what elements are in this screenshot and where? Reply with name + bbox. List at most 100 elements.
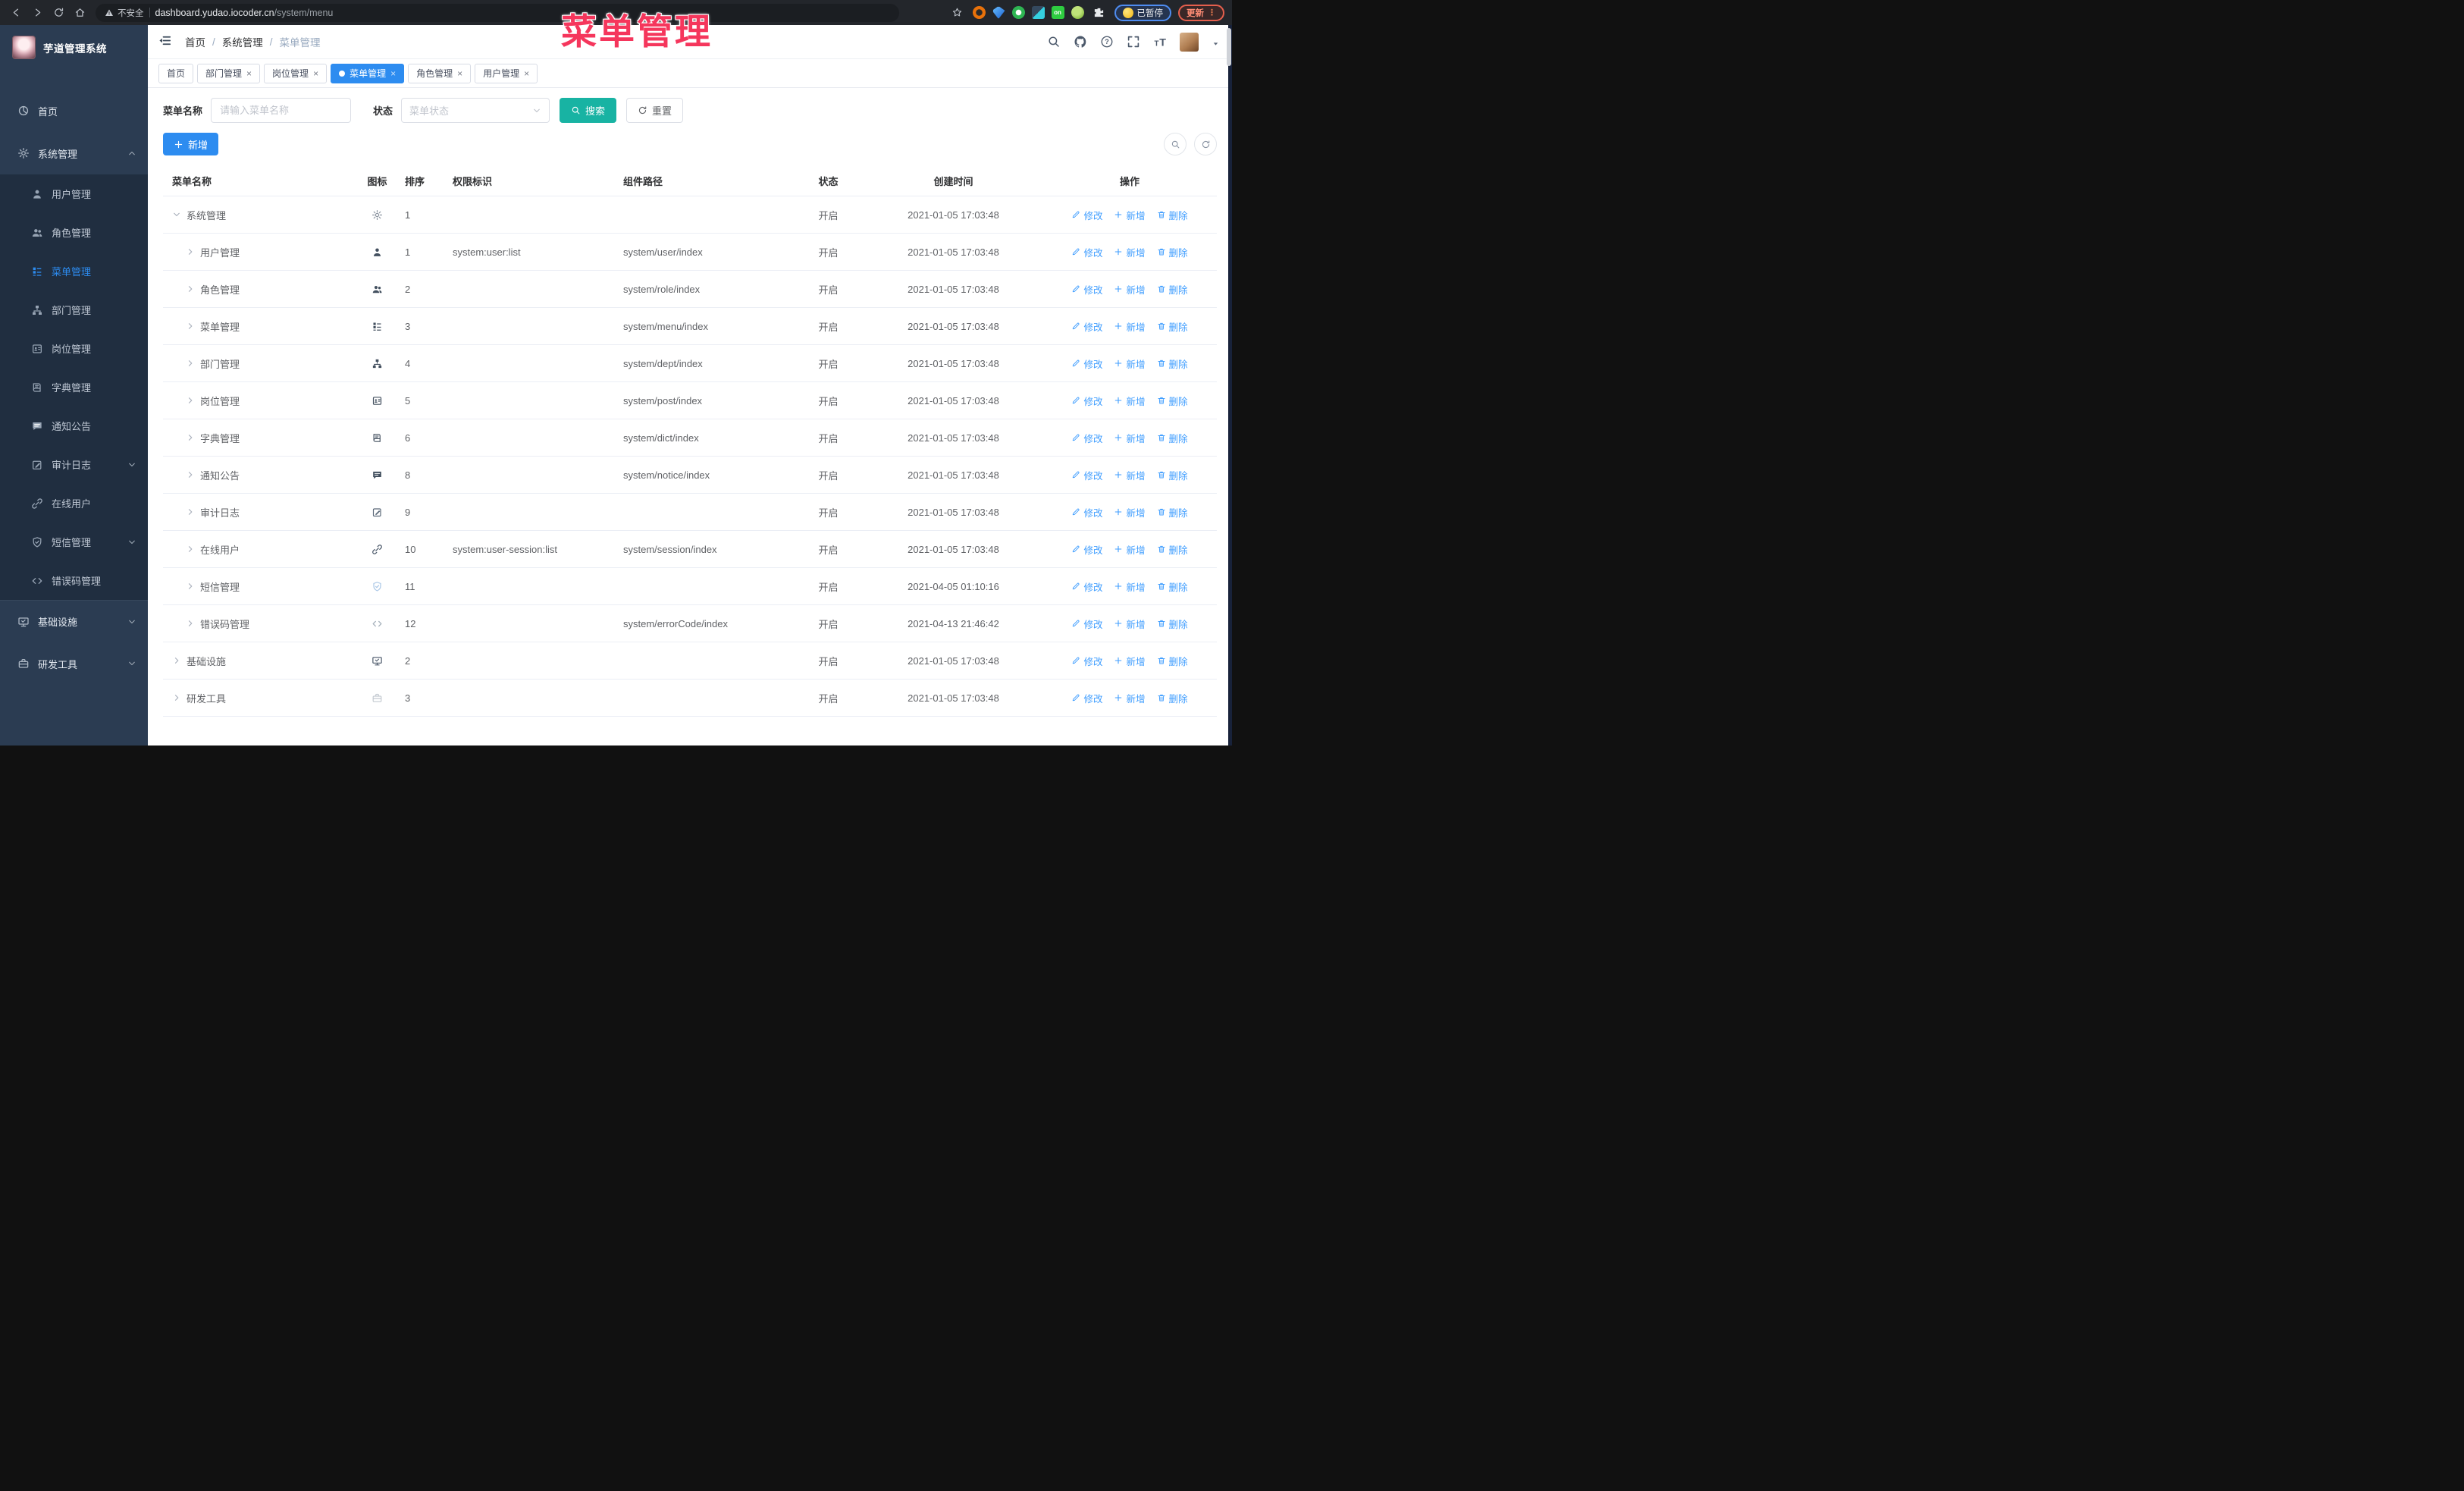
table-row-岗位管理[interactable]: 岗位管理 5 system/post/index 开启 2021-01-05 17:03… [163, 382, 1217, 419]
row-expand-caret-icon[interactable] [186, 619, 195, 628]
refresh-table-button[interactable] [1194, 133, 1217, 155]
breadcrumb-system[interactable]: 系统管理 [222, 34, 263, 49]
extension-icon-orange[interactable] [972, 6, 986, 19]
browser-reload-button[interactable] [50, 5, 67, 21]
edit-link[interactable]: 修改 [1071, 319, 1102, 334]
sidebar-item-基础设施[interactable]: 基础设施 [0, 600, 148, 642]
delete-link[interactable]: 删除 [1157, 319, 1188, 334]
add-link[interactable]: 新增 [1114, 431, 1146, 445]
add-link[interactable]: 新增 [1114, 617, 1146, 631]
table-row-通知公告[interactable]: 通知公告 8 system/notice/index 开启 2021-01-05 17:… [163, 457, 1217, 494]
table-row-在线用户[interactable]: 在线用户 10 system:user-session:list system/ses… [163, 531, 1217, 568]
delete-link[interactable]: 删除 [1157, 579, 1188, 594]
delete-link[interactable]: 删除 [1157, 208, 1188, 222]
edit-link[interactable]: 修改 [1071, 282, 1102, 297]
search-icon[interactable] [1047, 35, 1061, 49]
edit-link[interactable]: 修改 [1071, 468, 1102, 482]
add-link[interactable]: 新增 [1114, 394, 1146, 408]
delete-link[interactable]: 删除 [1157, 505, 1188, 519]
help-icon[interactable] [1100, 35, 1114, 49]
sidebar-item-审计日志[interactable]: 审计日志 [0, 445, 148, 484]
edit-link[interactable]: 修改 [1071, 245, 1102, 259]
tab-菜单管理[interactable]: 菜单管理 × [331, 63, 405, 83]
browser-back-button[interactable] [8, 5, 24, 21]
sidebar-item-短信管理[interactable]: 短信管理 [0, 523, 148, 561]
add-link[interactable]: 新增 [1114, 245, 1146, 259]
edit-link[interactable]: 修改 [1071, 654, 1102, 668]
add-link[interactable]: 新增 [1114, 356, 1146, 371]
close-icon[interactable]: × [457, 69, 462, 78]
add-link[interactable]: 新增 [1114, 542, 1146, 557]
delete-link[interactable]: 删除 [1157, 356, 1188, 371]
close-icon[interactable]: × [524, 69, 529, 78]
table-row-部门管理[interactable]: 部门管理 4 system/dept/index 开启 2021-01-05 17:03… [163, 345, 1217, 382]
browser-home-button[interactable] [71, 5, 88, 21]
row-expand-caret-icon[interactable] [172, 210, 181, 219]
row-expand-caret-icon[interactable] [186, 359, 195, 368]
delete-link[interactable]: 删除 [1157, 431, 1188, 445]
close-icon[interactable]: × [246, 69, 252, 78]
row-expand-caret-icon[interactable] [186, 545, 195, 554]
row-expand-caret-icon[interactable] [186, 470, 195, 479]
profile-paused-badge[interactable]: 已暂停 [1114, 4, 1171, 21]
table-row-审计日志[interactable]: 审计日志 9 开启 2021-01-05 17:03:48 修改 新增 删除 [163, 494, 1217, 531]
row-expand-caret-icon[interactable] [172, 693, 181, 702]
add-link[interactable]: 新增 [1114, 208, 1146, 222]
delete-link[interactable]: 删除 [1157, 245, 1188, 259]
edit-link[interactable]: 修改 [1071, 617, 1102, 631]
edit-link[interactable]: 修改 [1071, 691, 1102, 705]
delete-link[interactable]: 删除 [1157, 542, 1188, 557]
add-link[interactable]: 新增 [1114, 691, 1146, 705]
security-warning[interactable]: 不安全 [105, 7, 144, 19]
tab-首页[interactable]: 首页 [158, 63, 194, 83]
sidebar-item-部门管理[interactable]: 部门管理 [0, 290, 148, 329]
sidebar-item-角色管理[interactable]: 角色管理 [0, 213, 148, 252]
breadcrumb-home[interactable]: 首页 [185, 34, 205, 49]
add-link[interactable]: 新增 [1114, 654, 1146, 668]
sidebar-item-菜单管理[interactable]: 菜单管理 [0, 252, 148, 290]
tab-岗位管理[interactable]: 岗位管理 × [264, 63, 328, 83]
table-row-错误码管理[interactable]: 错误码管理 12 system/errorCode/index 开启 2021-04-1… [163, 605, 1217, 642]
reset-button[interactable]: 重置 [626, 98, 684, 123]
close-icon[interactable]: × [390, 69, 396, 78]
edit-link[interactable]: 修改 [1071, 394, 1102, 408]
row-expand-caret-icon[interactable] [186, 322, 195, 331]
user-avatar[interactable] [1180, 32, 1199, 52]
edit-link[interactable]: 修改 [1071, 431, 1102, 445]
close-icon[interactable]: × [313, 69, 318, 78]
extension-icon-grid[interactable] [1031, 6, 1045, 19]
sidebar-item-岗位管理[interactable]: 岗位管理 [0, 329, 148, 368]
table-row-短信管理[interactable]: 短信管理 11 开启 2021-04-05 01:10:16 修改 新增 删除 [163, 568, 1217, 605]
edit-link[interactable]: 修改 [1071, 356, 1102, 371]
browser-update-button[interactable]: 更新 ⋮ [1178, 4, 1224, 21]
edit-link[interactable]: 修改 [1071, 542, 1102, 557]
table-row-基础设施[interactable]: 基础设施 2 开启 2021-01-05 17:03:48 修改 新增 删除 [163, 642, 1217, 680]
table-row-系统管理[interactable]: 系统管理 1 开启 2021-01-05 17:03:48 修改 新增 删除 [163, 196, 1217, 234]
sidebar-item-首页[interactable]: 首页 [0, 89, 148, 132]
sidebar-item-错误码管理[interactable]: 错误码管理 [0, 561, 148, 600]
add-link[interactable]: 新增 [1114, 468, 1146, 482]
delete-link[interactable]: 删除 [1157, 468, 1188, 482]
row-expand-caret-icon[interactable] [186, 396, 195, 405]
table-row-角色管理[interactable]: 角色管理 2 system/role/index 开启 2021-01-05 17:03… [163, 271, 1217, 308]
status-select[interactable]: 菜单状态 [401, 98, 550, 123]
add-button[interactable]: 新增 [163, 133, 219, 155]
tab-部门管理[interactable]: 部门管理 × [197, 63, 261, 83]
row-expand-caret-icon[interactable] [186, 247, 195, 256]
add-link[interactable]: 新增 [1114, 505, 1146, 519]
row-expand-caret-icon[interactable] [186, 582, 195, 591]
user-menu-caret-icon[interactable] [1212, 38, 1220, 46]
delete-link[interactable]: 删除 [1157, 617, 1188, 631]
table-row-研发工具[interactable]: 研发工具 3 开启 2021-01-05 17:03:48 修改 新增 删除 [163, 680, 1217, 717]
edit-link[interactable]: 修改 [1071, 579, 1102, 594]
add-link[interactable]: 新增 [1114, 579, 1146, 594]
browser-menu-dots-icon[interactable]: ⋮ [1208, 8, 1216, 17]
edit-link[interactable]: 修改 [1071, 208, 1102, 222]
extension-icon-green[interactable] [1071, 6, 1084, 19]
row-expand-caret-icon[interactable] [186, 284, 195, 293]
table-row-菜单管理[interactable]: 菜单管理 3 system/menu/index 开启 2021-01-05 17:03… [163, 308, 1217, 345]
toggle-search-button[interactable] [1164, 133, 1187, 155]
app-logo-row[interactable]: 芋道管理系统 [0, 25, 148, 70]
sidebar-item-研发工具[interactable]: 研发工具 [0, 642, 148, 685]
row-expand-caret-icon[interactable] [186, 507, 195, 516]
